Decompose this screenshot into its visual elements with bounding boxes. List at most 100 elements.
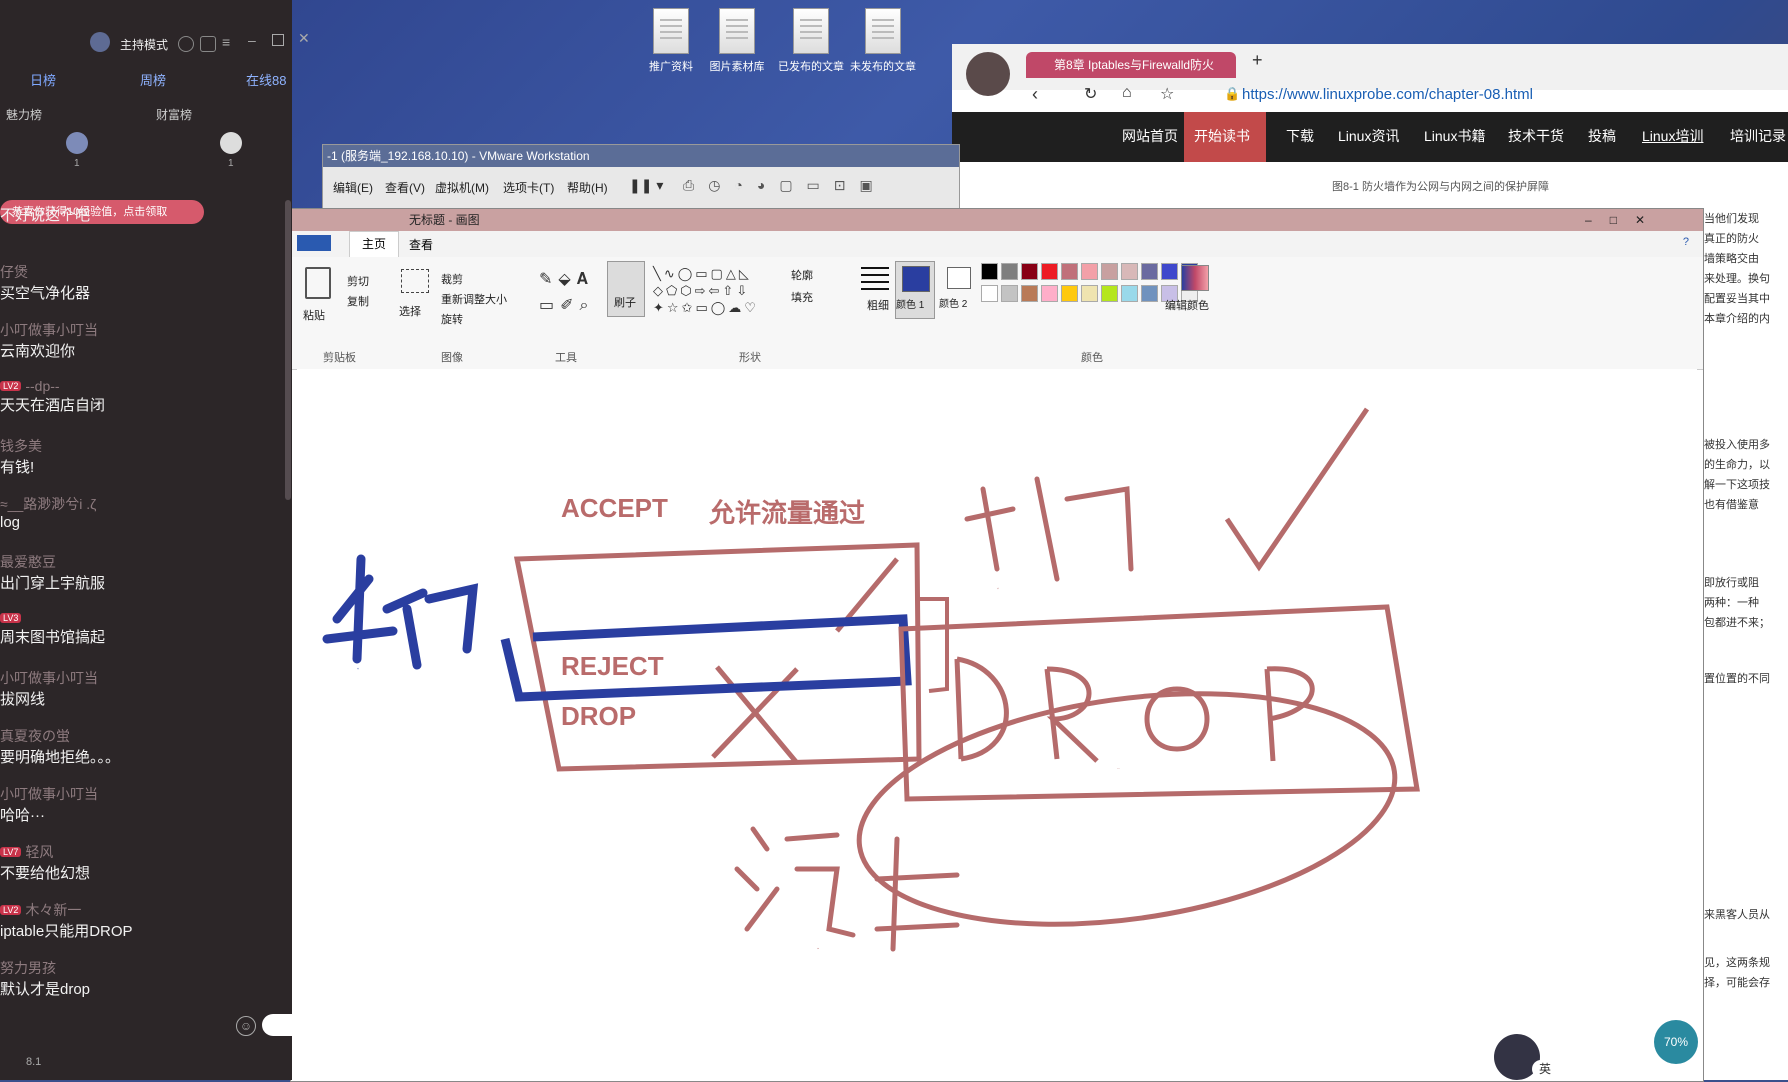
brush-button[interactable]: 刷子	[607, 261, 645, 317]
vm-menu-help[interactable]: 帮助(H)	[567, 179, 608, 196]
palette-swatch[interactable]	[1101, 285, 1118, 302]
nav-submit[interactable]: 投稿	[1588, 126, 1616, 146]
palette-swatch[interactable]	[1121, 285, 1138, 302]
shapes-gallery[interactable]: ╲∿◯▭▢△◺ ◇⬠⬡⇨⇦⇧⇩ ✦☆✩▭◯☁♡	[653, 265, 783, 317]
rotate-button[interactable]: 旋转	[441, 311, 463, 327]
palette-swatch[interactable]	[1141, 285, 1158, 302]
nav-training[interactable]: Linux培训	[1642, 126, 1703, 146]
paste-button[interactable]: 粘贴	[303, 307, 325, 323]
chat-username[interactable]: 最爱憨豆	[0, 552, 284, 572]
minimize-icon[interactable]: –	[248, 32, 256, 48]
palette-swatch[interactable]	[1081, 263, 1098, 280]
menu-icon[interactable]: ≡	[222, 34, 230, 50]
edit-colors-icon[interactable]	[1181, 265, 1209, 291]
nav-start-reading[interactable]: 开始读书	[1194, 126, 1250, 146]
back-button[interactable]: ‹	[1032, 84, 1038, 105]
select-button[interactable]: 选择	[399, 303, 421, 319]
palette-swatch[interactable]	[1001, 263, 1018, 280]
charm-rank-tab[interactable]: 魅力榜	[6, 106, 42, 123]
paste-icon[interactable]	[305, 267, 331, 299]
chat-username[interactable]: LV2 --dp--	[0, 378, 284, 394]
nav-linux-news[interactable]: Linux资讯	[1338, 126, 1399, 146]
new-tab-button[interactable]: +	[1252, 50, 1263, 71]
palette-swatch[interactable]	[1121, 263, 1138, 280]
palette-swatch[interactable]	[981, 263, 998, 280]
tab-daily[interactable]: 日榜	[30, 70, 56, 89]
ime-indicator[interactable]: 英	[1532, 1060, 1558, 1078]
tab-view[interactable]: 查看	[409, 236, 433, 253]
home-icon[interactable]: ⌂	[1122, 84, 1132, 102]
chat-scrollbar[interactable]	[285, 200, 291, 500]
chat-username[interactable]: ≈__路渺渺兮i .ζ	[0, 494, 284, 514]
palette-swatch[interactable]	[1081, 285, 1098, 302]
chat-username[interactable]: 努力男孩	[0, 958, 284, 978]
nav-training-log[interactable]: 培训记录	[1730, 126, 1786, 146]
select-icon[interactable]	[401, 269, 429, 293]
profile-avatar[interactable]	[966, 52, 1010, 96]
cut-button[interactable]: 剪切	[347, 273, 369, 289]
window-controls[interactable]: –□✕	[1585, 209, 1663, 231]
vm-menu-tabs[interactable]: 选项卡(T)	[503, 179, 554, 196]
chat-username[interactable]: 真夏夜の蛍	[0, 726, 284, 746]
tab-home[interactable]: 主页	[349, 231, 399, 257]
color1-button[interactable]: 颜色 1	[895, 261, 935, 319]
chat-username[interactable]: 小叮做事小叮当	[0, 320, 284, 340]
nav-tech[interactable]: 技术干货	[1508, 126, 1564, 146]
vm-menu-view[interactable]: 查看(V)	[385, 179, 425, 196]
size-icon[interactable]	[861, 267, 889, 291]
nav-download[interactable]: 下载	[1286, 126, 1314, 146]
cpu-gauge[interactable]: 70%	[1654, 1020, 1698, 1064]
wealth-rank-tab[interactable]: 财富榜	[156, 106, 192, 123]
address-bar[interactable]: https://www.linuxprobe.com/chapter-08.ht…	[1242, 86, 1533, 103]
outline-button[interactable]: 轮廓	[791, 267, 813, 283]
tab-weekly[interactable]: 周榜	[140, 70, 166, 89]
vm-toolbar-icons[interactable]: ⎙◷◔◕▢▭⊡▣	[683, 177, 887, 194]
vm-menu-vm[interactable]: 虚拟机(M)	[435, 179, 489, 196]
palette-swatch[interactable]	[1021, 285, 1038, 302]
nav-home[interactable]: 网站首页	[1122, 126, 1178, 146]
chat-username[interactable]: LV2 木々新一	[0, 900, 284, 920]
chat-username[interactable]: 钱多美	[0, 436, 284, 456]
browser-tab-active[interactable]: 第8章 Iptables与Firewalld防火	[1026, 52, 1236, 78]
reload-icon[interactable]: ↻	[1084, 84, 1097, 104]
desktop-icon-unpublished[interactable]: 未发布的文章	[840, 8, 926, 74]
edit-colors-button[interactable]: 编辑颜色	[1165, 297, 1209, 313]
chat-username[interactable]: 仔煲	[0, 262, 284, 282]
crop-button[interactable]: 裁剪	[441, 271, 463, 287]
help-icon[interactable]: ?	[1683, 236, 1689, 248]
vm-menu-edit[interactable]: 编辑(E)	[333, 179, 373, 196]
palette-swatch[interactable]	[1101, 263, 1118, 280]
paint-canvas[interactable]: ACCEPT 允许流量通过 REJECT DROP 老板 提问 DROP 流量	[297, 369, 1697, 1081]
nav-linux-books[interactable]: Linux书籍	[1424, 126, 1485, 146]
settings-icon[interactable]	[178, 36, 194, 52]
copy-button[interactable]: 复制	[347, 293, 369, 309]
close-icon[interactable]: ✕	[298, 30, 310, 47]
chat-input[interactable]	[262, 1014, 292, 1036]
size-button[interactable]: 粗细	[867, 297, 889, 313]
palette-swatch[interactable]	[1021, 263, 1038, 280]
star-icon[interactable]: ☆	[1160, 84, 1174, 104]
chat-username[interactable]: 小叮做事小叮当	[0, 784, 284, 804]
chat-username[interactable]: LV7 轻风	[0, 842, 284, 862]
emoji-icon[interactable]: ☺	[236, 1016, 256, 1036]
fill-button[interactable]: 填充	[791, 289, 813, 305]
maximize-icon[interactable]	[272, 34, 284, 46]
palette-swatch[interactable]	[1061, 263, 1078, 280]
file-menu-button[interactable]	[297, 235, 331, 251]
palette-swatch[interactable]	[1141, 263, 1158, 280]
chat-username[interactable]: LV3	[0, 610, 284, 626]
color2-button[interactable]: 颜色 2	[939, 261, 977, 317]
palette-swatch[interactable]	[981, 285, 998, 302]
resize-button[interactable]: 重新调整大小	[441, 291, 507, 307]
pause-icon[interactable]: ❚❚ ▾	[629, 177, 663, 194]
palette-swatch[interactable]	[1061, 285, 1078, 302]
tools-icons-2[interactable]: ▭✐⌕	[539, 295, 594, 315]
tab-online[interactable]: 在线88	[246, 70, 286, 89]
palette-swatch[interactable]	[1161, 263, 1178, 280]
chat-username[interactable]: 小叮做事小叮当	[0, 668, 284, 688]
popout-icon[interactable]	[200, 36, 216, 52]
palette-swatch[interactable]	[1041, 285, 1058, 302]
palette-swatch[interactable]	[1041, 263, 1058, 280]
palette-swatch[interactable]	[1001, 285, 1018, 302]
tools-icons[interactable]: ✎⬙𝐀	[539, 269, 594, 289]
